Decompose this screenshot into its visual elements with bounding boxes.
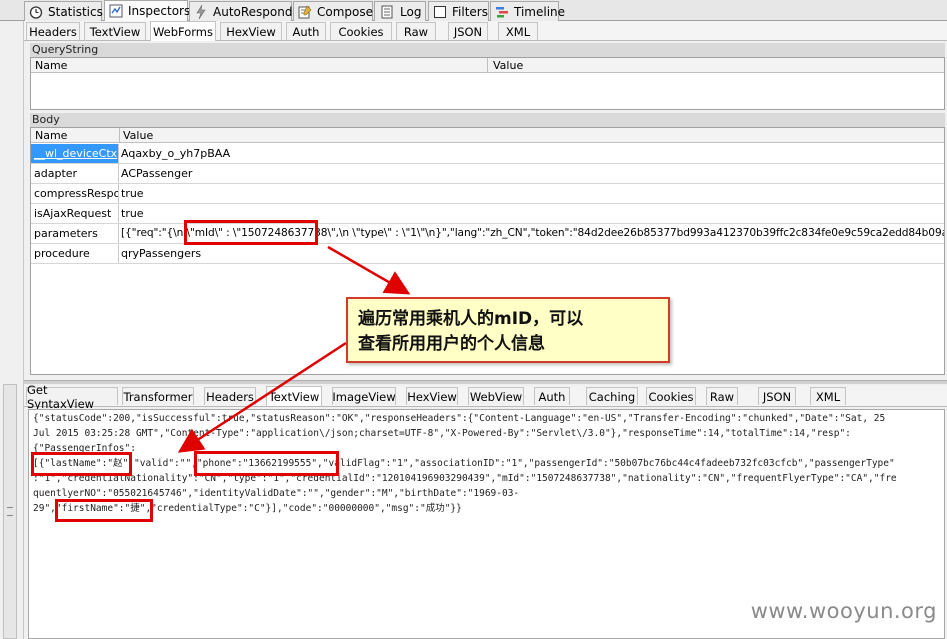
arrow-to-response	[177, 341, 347, 453]
annotation-callout: 遍历常用乘机人的mID，可以 查看所用用户的个人信息	[346, 297, 670, 363]
watermark: www.wooyun.org	[750, 599, 937, 623]
arrow-to-callout	[327, 245, 411, 295]
callout-line: 查看所用用户的个人信息	[358, 334, 545, 354]
callout-line: 遍历常用乘机人的mID，可以	[358, 309, 584, 329]
